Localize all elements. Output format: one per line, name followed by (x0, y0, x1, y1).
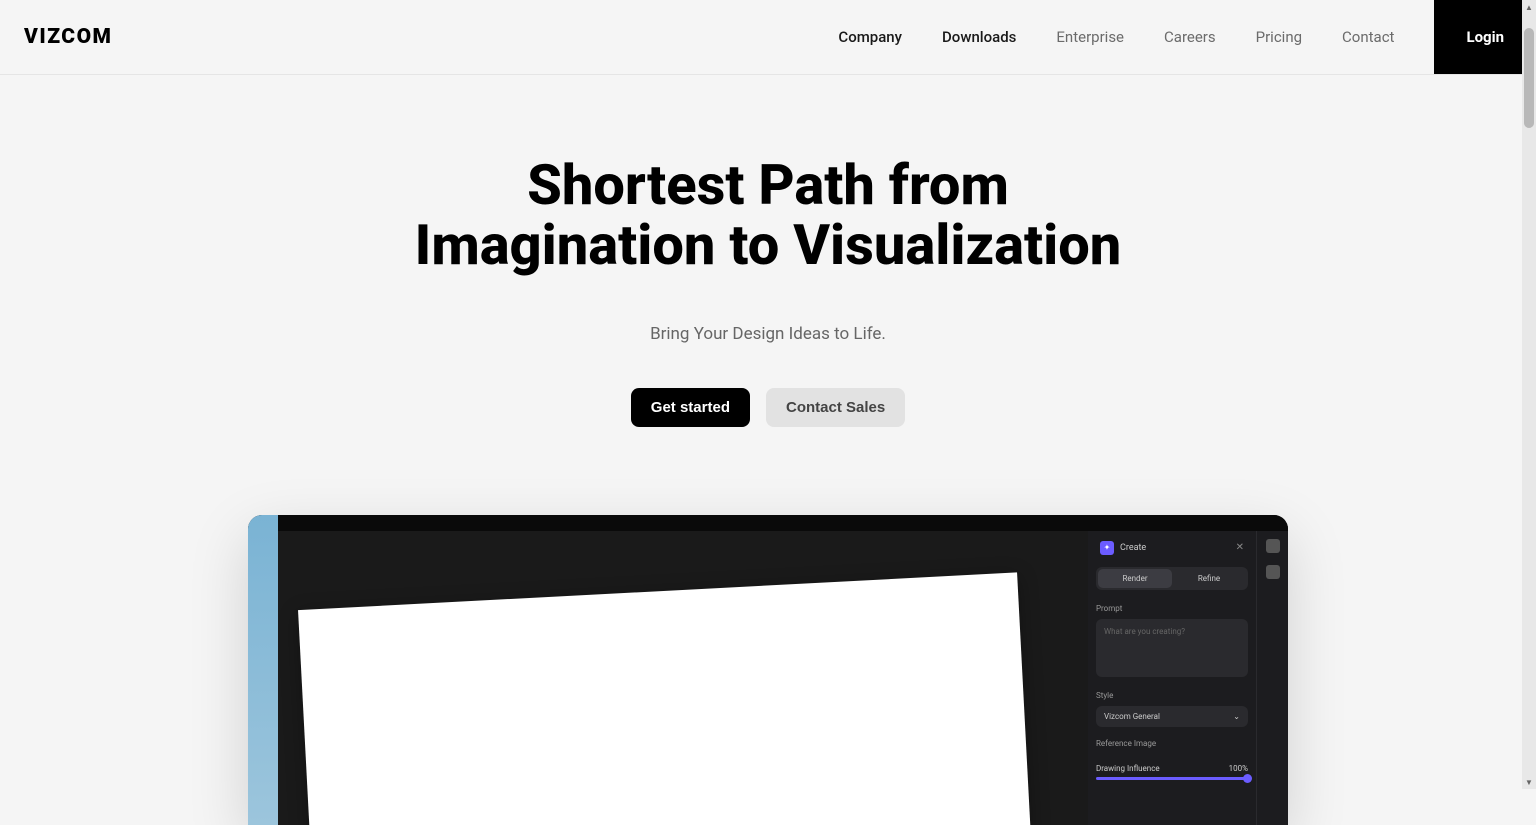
mode-tabs: Render Refine (1096, 567, 1248, 590)
preview-edge-gradient (248, 515, 278, 825)
logo[interactable]: VIZCOM (24, 25, 112, 49)
style-select[interactable]: Vizcom General ⌄ (1096, 706, 1248, 727)
influence-slider[interactable] (1096, 777, 1248, 780)
nav-downloads[interactable]: Downloads (922, 0, 1036, 74)
canvas-paper (298, 572, 1038, 825)
style-value: Vizcom General (1104, 712, 1160, 721)
app-toolbar (278, 515, 1288, 531)
nav-enterprise[interactable]: Enterprise (1036, 0, 1144, 74)
influence-label: Drawing Influence (1096, 764, 1160, 773)
tab-render[interactable]: Render (1098, 569, 1172, 588)
hero-title-line2: Imagination to Visualization (415, 212, 1122, 278)
nav-contact[interactable]: Contact (1322, 0, 1414, 74)
app-preview: Export ✦ Create ✕ (248, 515, 1288, 825)
layers-icon[interactable] (1266, 565, 1280, 579)
app-sidebar: ✦ Create ✕ Render Refine Prompt What are… (1088, 531, 1256, 825)
vertical-scrollbar[interactable]: ▲ ▼ (1522, 0, 1536, 789)
hero-title: Shortest Path from Imagination to Visual… (415, 155, 1122, 276)
scroll-up-icon[interactable]: ▲ (1522, 0, 1536, 14)
nav-company[interactable]: Company (818, 0, 922, 74)
expand-icon[interactable] (1266, 539, 1280, 553)
influence-value: 100% (1229, 764, 1248, 773)
nav-careers[interactable]: Careers (1144, 0, 1236, 74)
sidebar-header: ✦ Create ✕ (1096, 539, 1248, 557)
app-canvas[interactable] (278, 531, 1088, 825)
slider-thumb[interactable] (1243, 774, 1252, 783)
hero-title-line1: Shortest Path from (527, 152, 1009, 218)
nav-pricing[interactable]: Pricing (1236, 0, 1322, 74)
contact-sales-button[interactable]: Contact Sales (766, 388, 905, 427)
hero-subtitle: Bring Your Design Ideas to Life. (650, 324, 886, 344)
close-icon[interactable]: ✕ (1236, 542, 1244, 553)
main-nav: Company Downloads Enterprise Careers Pri… (818, 0, 1536, 74)
scrollbar-thumb[interactable] (1524, 28, 1534, 128)
hero-buttons: Get started Contact Sales (631, 388, 905, 427)
chevron-down-icon: ⌄ (1233, 712, 1240, 721)
get-started-button[interactable]: Get started (631, 388, 750, 427)
create-icon: ✦ (1100, 541, 1114, 555)
reference-image-label: Reference Image (1096, 739, 1248, 748)
app-right-toolbar (1256, 531, 1288, 825)
header: VIZCOM Company Downloads Enterprise Care… (0, 0, 1536, 75)
tab-refine[interactable]: Refine (1172, 569, 1246, 588)
prompt-label: Prompt (1096, 604, 1248, 613)
scroll-down-icon[interactable]: ▼ (1522, 775, 1536, 789)
hero-section: Shortest Path from Imagination to Visual… (0, 75, 1536, 825)
prompt-input[interactable]: What are you creating? (1096, 619, 1248, 677)
style-label: Style (1096, 691, 1248, 700)
influence-row: Drawing Influence 100% (1096, 764, 1248, 773)
login-button[interactable]: Login (1434, 0, 1536, 74)
create-label: Create (1120, 543, 1146, 553)
